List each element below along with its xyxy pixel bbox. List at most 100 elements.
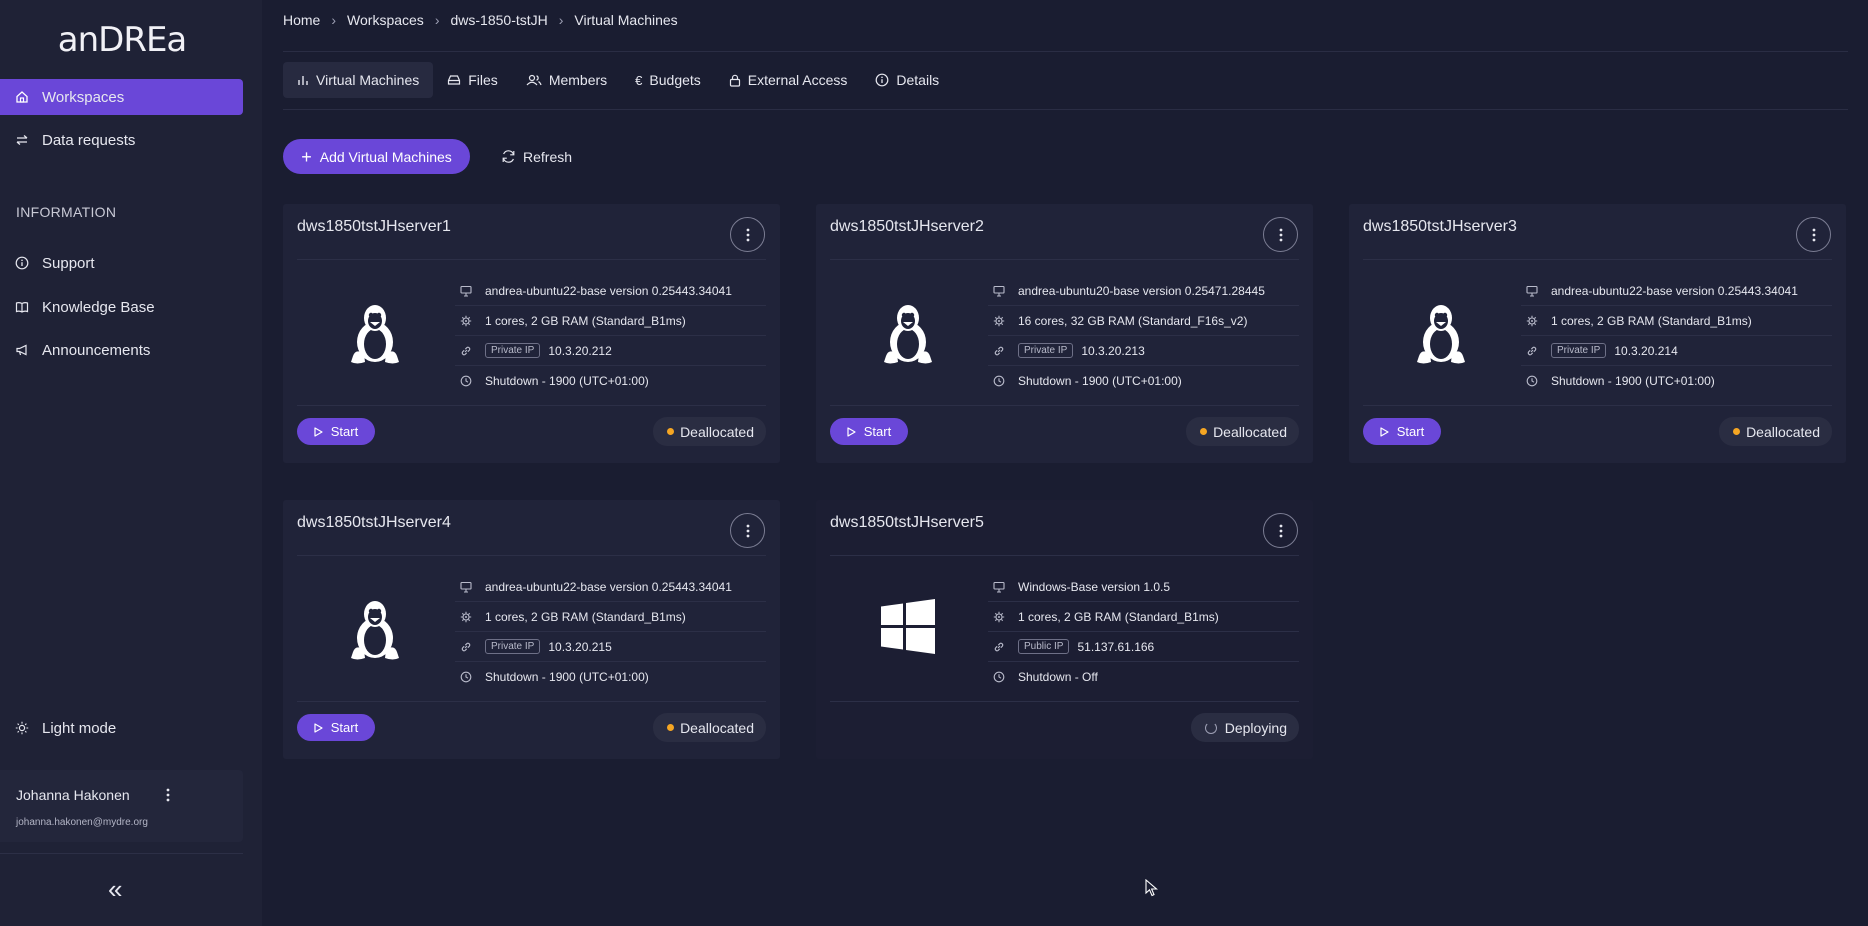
vm-image: andrea-ubuntu22-base version 0.25443.340… — [485, 283, 732, 298]
start-vm-button[interactable]: Start — [1363, 418, 1441, 445]
vm-size: 1 cores, 2 GB RAM (Standard_B1ms) — [1018, 609, 1219, 624]
status-dot — [667, 428, 675, 435]
vm-menu-button[interactable] — [730, 217, 765, 252]
breadcrumb-home[interactable]: Home — [283, 12, 320, 28]
tab-budgets[interactable]: € Budgets — [621, 62, 715, 98]
start-label: Start — [330, 720, 359, 735]
cpu-icon — [1525, 314, 1539, 328]
linux-tux-icon — [346, 302, 404, 366]
sun-icon — [14, 720, 30, 736]
ip-type-badge: Private IP — [485, 343, 541, 358]
app-logo[interactable]: anDREa — [58, 18, 188, 62]
vm-shutdown-row: Shutdown - 1900 (UTC+01:00) — [988, 366, 1299, 396]
breadcrumb-current: Virtual Machines — [574, 12, 678, 28]
card-divider — [297, 701, 766, 702]
tab-details[interactable]: Details — [861, 62, 953, 98]
vm-size: 1 cores, 2 GB RAM (Standard_B1ms) — [485, 313, 686, 328]
vm-card: dws1850tstJHserver5 Windows-Base version … — [816, 500, 1313, 759]
status-badge: Deploying — [1190, 713, 1299, 742]
vm-name: dws1850tstJHserver5 — [830, 514, 984, 531]
monitor-icon — [1525, 284, 1539, 298]
vm-size-row: 1 cores, 2 GB RAM (Standard_B1ms) — [455, 306, 766, 336]
sidebar-item-data-requests[interactable]: Data requests — [0, 122, 243, 158]
card-divider — [830, 259, 1299, 260]
start-vm-button[interactable]: Start — [830, 418, 908, 445]
sidebar-divider — [0, 853, 243, 854]
vm-ip-row: Public IP 51.137.61.166 — [988, 632, 1299, 662]
link-icon — [992, 640, 1006, 654]
vm-image-row: andrea-ubuntu22-base version 0.25443.340… — [1521, 276, 1832, 306]
vm-menu-button[interactable] — [1796, 217, 1831, 252]
vm-shutdown: Shutdown - 1900 (UTC+01:00) — [1018, 374, 1182, 388]
vm-name: dws1850tstJHserver1 — [297, 218, 451, 235]
vm-shutdown: Shutdown - 1900 (UTC+01:00) — [1551, 374, 1715, 388]
monitor-icon — [992, 580, 1006, 594]
add-virtual-machines-button[interactable]: + Add Virtual Machines — [283, 139, 470, 174]
vm-card: dws1850tstJHserver3 andrea-ubuntu22-base … — [1349, 204, 1846, 463]
breadcrumb-workspaces[interactable]: Workspaces — [347, 12, 424, 28]
vm-size: 1 cores, 2 GB RAM (Standard_B1ms) — [485, 609, 686, 624]
euro-icon: € — [635, 72, 643, 88]
vm-menu-button[interactable] — [730, 513, 765, 548]
vm-name: dws1850tstJHserver2 — [830, 218, 984, 235]
light-mode-label: Light mode — [42, 719, 117, 737]
status-badge: Deallocated — [1186, 417, 1299, 446]
home-icon — [14, 89, 30, 105]
light-mode-toggle[interactable]: Light mode — [0, 710, 243, 746]
refresh-button[interactable]: Refresh — [501, 139, 572, 174]
user-menu-icon[interactable] — [160, 785, 176, 805]
sidebar-item-knowledge-base[interactable]: Knowledge Base — [0, 289, 243, 325]
tab-members[interactable]: Members — [512, 62, 621, 98]
vm-info: Windows-Base version 1.0.5 1 cores, 2 GB … — [988, 572, 1299, 692]
tab-label: Virtual Machines — [316, 72, 420, 88]
collapse-sidebar-icon[interactable]: « — [108, 876, 122, 902]
sidebar-item-label: Workspaces — [42, 88, 125, 106]
vm-info: andrea-ubuntu22-base version 0.25443.340… — [1521, 276, 1832, 396]
chevron-right-icon: › — [434, 12, 440, 28]
refresh-label: Refresh — [523, 148, 573, 165]
card-divider — [297, 405, 766, 406]
book-icon — [14, 299, 30, 315]
tab-external-access[interactable]: External Access — [715, 62, 862, 98]
status-dot — [1200, 428, 1208, 435]
cpu-icon — [992, 314, 1006, 328]
status-dot — [667, 724, 675, 731]
start-vm-button[interactable]: Start — [297, 714, 375, 741]
vm-menu-button[interactable] — [1263, 513, 1298, 548]
vm-shutdown: Shutdown - Off — [1018, 670, 1098, 684]
breadcrumb-workspace[interactable]: dws-1850-tstJH — [450, 12, 547, 28]
drive-icon — [447, 74, 461, 86]
more-vertical-icon — [1812, 228, 1816, 242]
sidebar-item-announcements[interactable]: Announcements — [0, 332, 243, 368]
tab-bar: Virtual Machines Files Members € Budgets… — [283, 62, 953, 98]
refresh-icon — [501, 149, 516, 164]
transfer-icon — [14, 132, 30, 148]
vm-shutdown-row: Shutdown - 1900 (UTC+01:00) — [455, 366, 766, 396]
clock-icon — [992, 374, 1006, 388]
vm-ip-row: Private IP 10.3.20.212 — [455, 336, 766, 366]
start-label: Start — [330, 424, 359, 439]
vm-shutdown: Shutdown - 1900 (UTC+01:00) — [485, 670, 649, 684]
tab-files[interactable]: Files — [433, 62, 512, 98]
clock-icon — [992, 670, 1006, 684]
ip-type-badge: Private IP — [1551, 343, 1607, 358]
cpu-icon — [459, 610, 473, 624]
vm-menu-button[interactable] — [1263, 217, 1298, 252]
vm-shutdown-row: Shutdown - 1900 (UTC+01:00) — [455, 662, 766, 692]
cpu-icon — [992, 610, 1006, 624]
start-vm-button[interactable]: Start — [297, 418, 375, 445]
sidebar-item-support[interactable]: Support — [0, 245, 243, 281]
more-vertical-icon — [746, 228, 750, 242]
breadcrumb: Home › Workspaces › dws-1850-tstJH › Vir… — [283, 12, 678, 28]
vm-info: andrea-ubuntu22-base version 0.25443.340… — [455, 572, 766, 692]
vm-ip: 51.137.61.166 — [1077, 639, 1155, 654]
sidebar-item-label: Announcements — [42, 341, 151, 359]
section-label-information: INFORMATION — [16, 204, 117, 220]
vm-name: dws1850tstJHserver3 — [1363, 218, 1517, 235]
vm-ip-row: Private IP 10.3.20.214 — [1521, 336, 1832, 366]
status-label: Deallocated — [1213, 423, 1287, 440]
tab-virtual-machines[interactable]: Virtual Machines — [283, 62, 434, 98]
sidebar: anDREa Workspaces Data requests INFORMAT… — [0, 0, 262, 926]
sidebar-item-workspaces[interactable]: Workspaces — [0, 79, 243, 115]
status-label: Deploying — [1224, 719, 1287, 736]
